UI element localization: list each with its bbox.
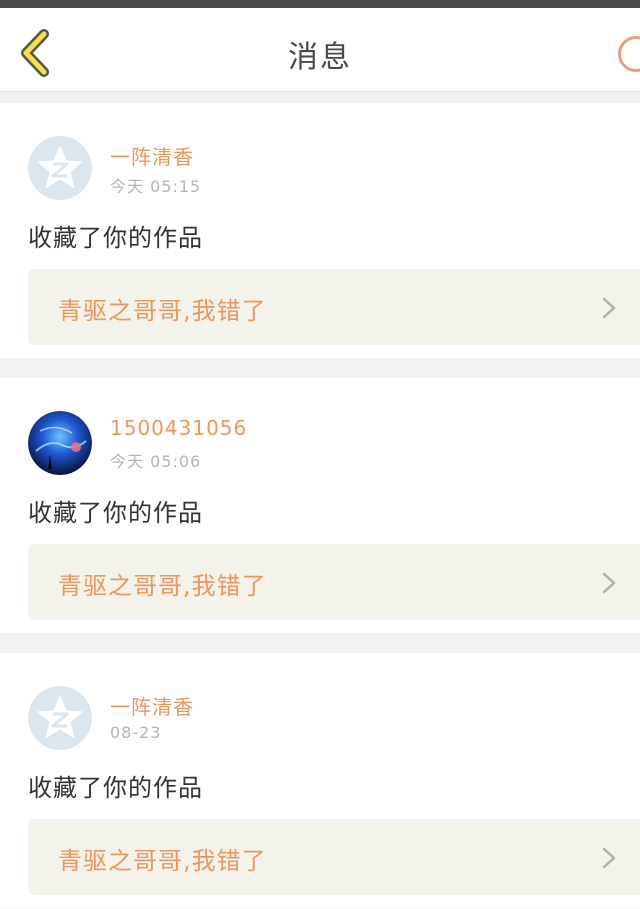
chevron-right-icon: [602, 847, 616, 869]
avatar[interactable]: [28, 411, 92, 475]
action-text: 收藏了你的作品: [28, 499, 203, 527]
work-link[interactable]: 青驱之哥哥,我错了: [28, 544, 640, 620]
status-bar: [0, 0, 640, 8]
user-name[interactable]: 1500431056: [110, 416, 247, 440]
notification-card: 一阵清香 今天 05:15 收藏了你的作品 青驱之哥哥,我错了: [0, 103, 640, 358]
top-nav-bar: 消息: [0, 8, 640, 92]
work-link[interactable]: 青驱之哥哥,我错了: [28, 819, 640, 895]
work-title: 青驱之哥哥,我错了: [58, 572, 267, 600]
qzone-star-icon: [28, 686, 92, 750]
page-title: 消息: [288, 40, 352, 75]
action-text: 收藏了你的作品: [28, 774, 203, 802]
timestamp: 今天 05:15: [110, 177, 202, 196]
chevron-right-icon: [602, 297, 616, 319]
user-name[interactable]: 一阵清香: [110, 141, 194, 170]
timestamp: 今天 05:06: [110, 452, 202, 471]
qzone-star-icon: [28, 136, 92, 200]
user-photo-avatar: [28, 411, 92, 475]
notification-list: 一阵清香 今天 05:15 收藏了你的作品 青驱之哥哥,我错了 15004310…: [0, 92, 640, 908]
work-link[interactable]: 青驱之哥哥,我错了: [28, 269, 640, 345]
work-title: 青驱之哥哥,我错了: [58, 297, 267, 325]
avatar[interactable]: [28, 686, 92, 750]
avatar[interactable]: [28, 136, 92, 200]
user-name[interactable]: 一阵清香: [110, 691, 194, 720]
notification-card: 1500431056 今天 05:06 收藏了你的作品 青驱之哥哥,我错了: [0, 378, 640, 633]
notification-card: 一阵清香 08-23 收藏了你的作品 青驱之哥哥,我错了: [0, 653, 640, 908]
chevron-right-icon: [602, 572, 616, 594]
action-text: 收藏了你的作品: [28, 224, 203, 252]
timestamp: 08-23: [110, 723, 162, 742]
work-title: 青驱之哥哥,我错了: [58, 847, 267, 875]
